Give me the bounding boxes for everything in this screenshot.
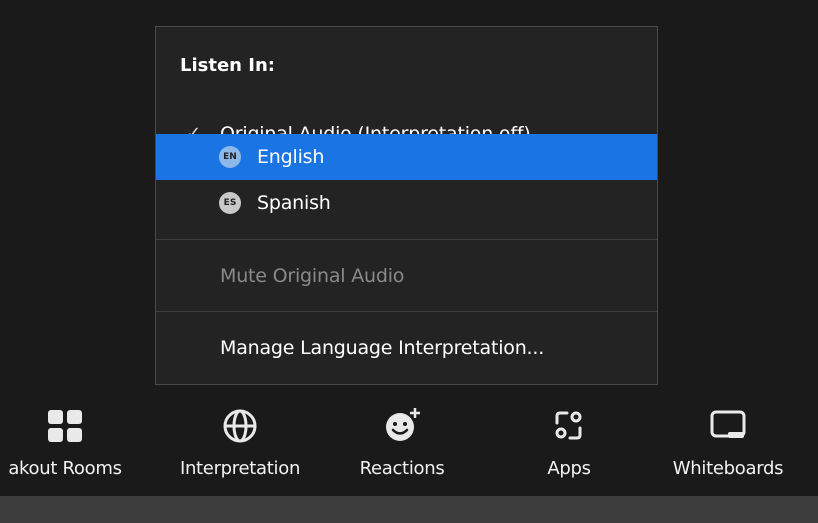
spanish-label: Spanish: [257, 192, 331, 214]
menu-divider: [156, 311, 657, 312]
reactions-label: Reactions: [359, 458, 445, 479]
menu-header: Listen In:: [180, 55, 275, 76]
reactions-button[interactable]: Reactions: [327, 392, 477, 496]
english-label: English: [257, 146, 325, 168]
whiteboards-button[interactable]: Whiteboards: [653, 392, 803, 496]
whiteboard-icon: [710, 410, 746, 438]
breakout-rooms-icon: [48, 410, 82, 442]
breakout-rooms-button[interactable]: akout Rooms: [0, 392, 140, 496]
menu-item-manage-language-interpretation[interactable]: Manage Language Interpretation...: [156, 325, 657, 371]
reactions-icon: [386, 408, 420, 441]
menu-divider: [156, 239, 657, 240]
apps-icon: [555, 411, 582, 440]
interpretation-button[interactable]: Interpretation: [165, 392, 315, 496]
menu-item-spanish[interactable]: ES Spanish: [156, 180, 657, 226]
apps-button[interactable]: Apps: [494, 392, 644, 496]
interpretation-menu: Listen In: ✓ Original Audio (Interpretat…: [155, 26, 658, 385]
bottom-bar: [0, 496, 818, 523]
menu-item-english[interactable]: EN English: [156, 134, 657, 180]
breakout-rooms-label: akout Rooms: [8, 458, 122, 479]
globe-icon: [223, 409, 257, 443]
spanish-language-icon: ES: [219, 192, 241, 214]
manage-language-interpretation-label: Manage Language Interpretation...: [220, 337, 545, 359]
meeting-toolbar: akout Rooms Interpretation Reactions App…: [0, 392, 818, 496]
apps-label: Apps: [547, 458, 591, 479]
english-language-icon: EN: [219, 146, 241, 168]
menu-item-mute-original-audio: Mute Original Audio: [156, 253, 657, 299]
mute-original-audio-label: Mute Original Audio: [220, 265, 405, 287]
interpretation-label: Interpretation: [179, 458, 301, 479]
whiteboards-label: Whiteboards: [672, 458, 784, 479]
